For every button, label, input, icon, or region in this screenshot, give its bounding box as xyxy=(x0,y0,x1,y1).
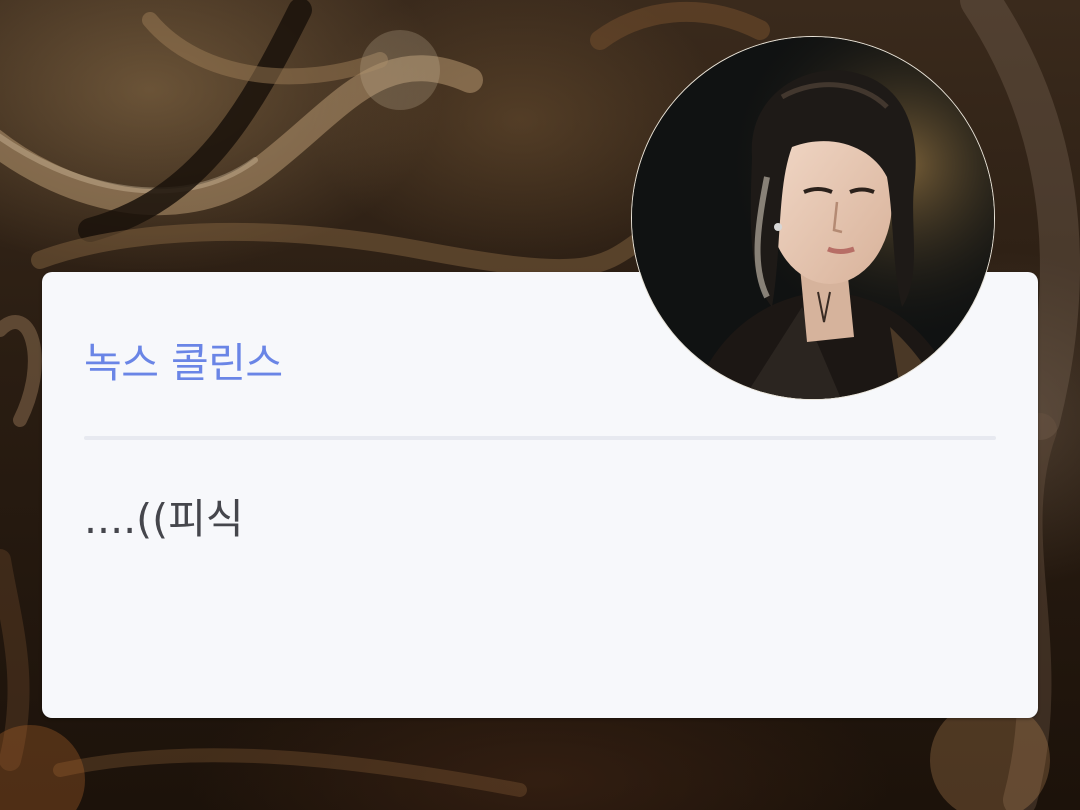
character-name: 녹스 콜린스 xyxy=(84,339,283,387)
avatar[interactable] xyxy=(631,36,995,400)
message-text: ....((피식 xyxy=(84,495,244,543)
card-divider xyxy=(84,436,996,440)
character-card-screen: 녹스 콜린스 ....((피식 xyxy=(0,0,1080,810)
portrait-photo xyxy=(632,37,994,399)
